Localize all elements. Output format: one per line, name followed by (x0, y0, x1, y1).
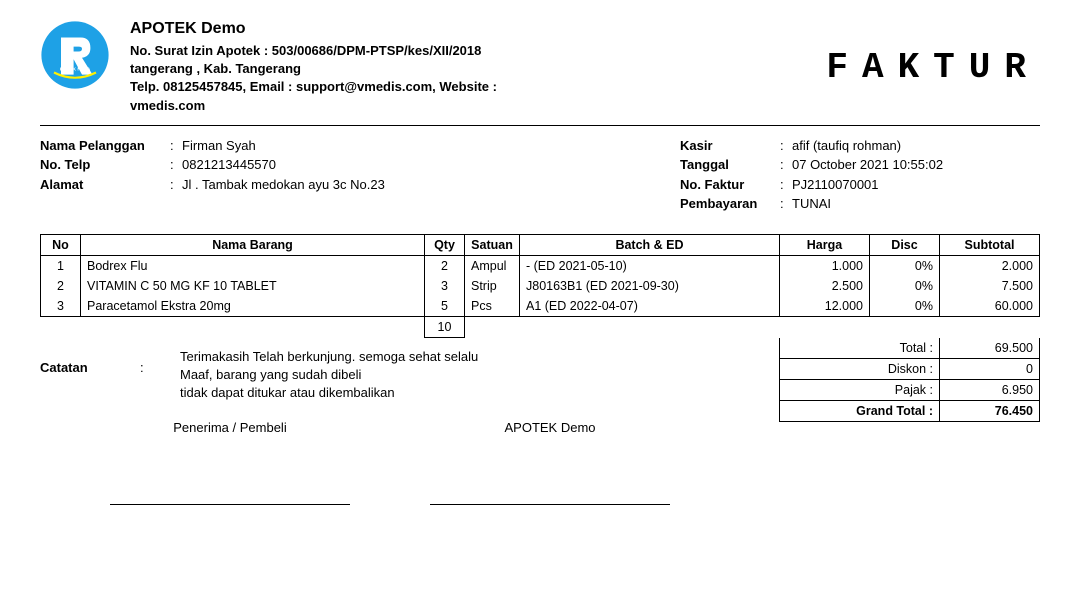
total-value: 69.500 (940, 338, 1040, 359)
customer-name: Firman Syah (182, 136, 256, 156)
cell-price: 2.500 (780, 276, 870, 296)
notes-label: Catatan (40, 348, 140, 403)
table-row: 2VITAMIN C 50 MG KF 10 TABLET3StripJ8016… (41, 276, 1040, 296)
company-name: APOTEK Demo (130, 20, 806, 38)
date-label: Tanggal (680, 155, 780, 175)
document-title: FAKTUR (806, 47, 1040, 88)
cell-qty: 3 (425, 276, 465, 296)
cell-disc: 0% (870, 296, 940, 317)
table-row: 1Bodrex Flu2Ampul- (ED 2021-05-10)1.0000… (41, 255, 1040, 276)
table-header-row: No Nama Barang Qty Satuan Batch & ED Har… (41, 234, 1040, 255)
customer-name-label: Nama Pelanggan (40, 136, 170, 156)
qty-total: 10 (425, 316, 465, 337)
cell-disc: 0% (870, 276, 940, 296)
meta-section: Nama Pelanggan : Firman Syah No. Telp : … (40, 136, 1040, 214)
col-price: Harga (780, 234, 870, 255)
col-unit: Satuan (465, 234, 520, 255)
items-table: No Nama Barang Qty Satuan Batch & ED Har… (40, 234, 1040, 338)
company-info: APOTEK Demo No. Surat Izin Apotek : 503/… (130, 20, 806, 115)
signature-receiver: Penerima / Pembeli (100, 420, 360, 505)
customer-address-label: Alamat (40, 175, 170, 195)
discount-label: Diskon : (780, 358, 940, 379)
notes-text: Terimakasih Telah berkunjung. semoga seh… (180, 348, 478, 403)
signature-company: APOTEK Demo (420, 420, 680, 505)
contact-line: Telp. 08125457845, Email : support@vmedi… (130, 78, 550, 114)
customer-address: Jl . Tambak medokan ayu 3c No.23 (182, 175, 385, 195)
signature-line (110, 435, 350, 505)
customer-phone-label: No. Telp (40, 155, 170, 175)
cell-name: Paracetamol Ekstra 20mg (81, 296, 425, 317)
cell-no: 1 (41, 255, 81, 276)
cashier-label: Kasir (680, 136, 780, 156)
cell-batch: - (ED 2021-05-10) (520, 255, 780, 276)
payment: TUNAI (792, 194, 831, 214)
invoice-no-label: No. Faktur (680, 175, 780, 195)
tax-label: Pajak : (780, 379, 940, 400)
cell-disc: 0% (870, 255, 940, 276)
cell-qty: 2 (425, 255, 465, 276)
cell-subtotal: 60.000 (940, 296, 1040, 317)
grand-total-label: Grand Total : (780, 400, 940, 421)
customer-phone: 0821213445570 (182, 155, 276, 175)
header: KLINIK RAYA APOTEK Demo No. Surat Izin A… (40, 20, 1040, 126)
discount-value: 0 (940, 358, 1040, 379)
cell-price: 1.000 (780, 255, 870, 276)
cell-price: 12.000 (780, 296, 870, 317)
cell-unit: Pcs (465, 296, 520, 317)
payment-label: Pembayaran (680, 194, 780, 214)
cell-unit: Strip (465, 276, 520, 296)
cell-name: VITAMIN C 50 MG KF 10 TABLET (81, 276, 425, 296)
qty-total-row: 10 (41, 316, 1040, 337)
cell-subtotal: 2.000 (940, 255, 1040, 276)
total-label: Total : (780, 338, 940, 359)
summary-table: Total : 69.500 Diskon : 0 Pajak : 6.950 … (779, 338, 1040, 422)
invoice-info: Kasir : afif (taufiq rohman) Tanggal : 0… (680, 136, 1040, 214)
cell-no: 2 (41, 276, 81, 296)
col-name: Nama Barang (81, 234, 425, 255)
table-row: 3Paracetamol Ekstra 20mg5PcsA1 (ED 2022-… (41, 296, 1040, 317)
notes-section: Catatan : Terimakasih Telah berkunjung. … (40, 348, 779, 403)
col-batch: Batch & ED (520, 234, 780, 255)
cashier: afif (taufiq rohman) (792, 136, 901, 156)
date: 07 October 2021 10:55:02 (792, 155, 943, 175)
grand-total-value: 76.450 (940, 400, 1040, 421)
col-no: No (41, 234, 81, 255)
tax-value: 6.950 (940, 379, 1040, 400)
cell-batch: J80163B1 (ED 2021-09-30) (520, 276, 780, 296)
cell-batch: A1 (ED 2022-04-07) (520, 296, 780, 317)
logo-icon: KLINIK RAYA (40, 20, 110, 90)
signature-line (430, 435, 670, 505)
customer-info: Nama Pelanggan : Firman Syah No. Telp : … (40, 136, 680, 214)
cell-qty: 5 (425, 296, 465, 317)
address-line: tangerang , Kab. Tangerang (130, 60, 806, 78)
cell-unit: Ampul (465, 255, 520, 276)
col-qty: Qty (425, 234, 465, 255)
cell-name: Bodrex Flu (81, 255, 425, 276)
signature-section: Penerima / Pembeli APOTEK Demo (40, 420, 779, 505)
col-subtotal: Subtotal (940, 234, 1040, 255)
svg-text:KLINIK RAYA: KLINIK RAYA (60, 66, 91, 72)
cell-subtotal: 7.500 (940, 276, 1040, 296)
invoice-no: PJ2110070001 (792, 175, 879, 195)
license-line: No. Surat Izin Apotek : 503/00686/DPM-PT… (130, 42, 806, 60)
col-disc: Disc (870, 234, 940, 255)
cell-no: 3 (41, 296, 81, 317)
